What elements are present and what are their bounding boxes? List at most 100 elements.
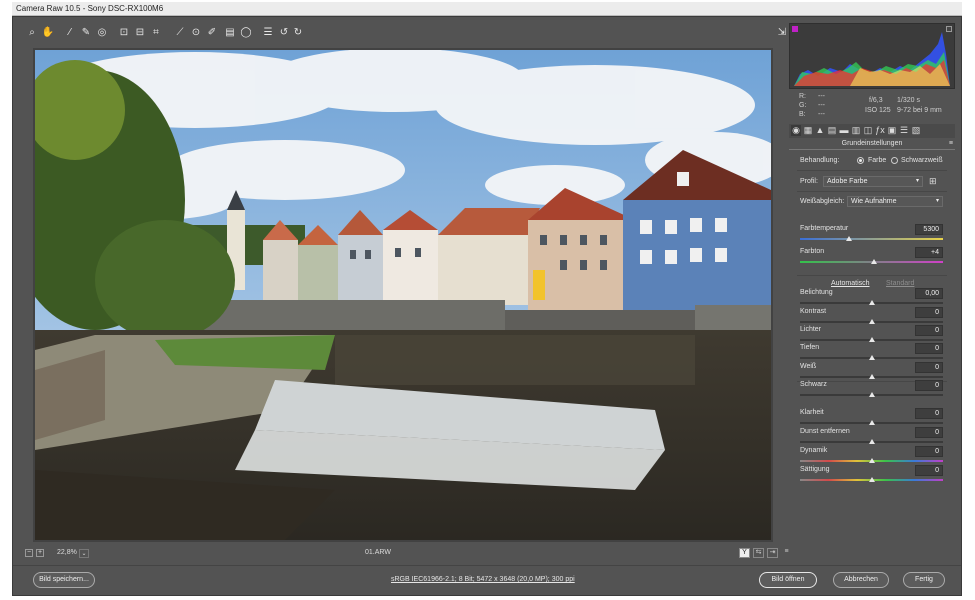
slider-value-field[interactable]: 0,00 bbox=[915, 288, 943, 299]
targeted-adjustment-tool-icon[interactable]: ◎ bbox=[95, 26, 109, 40]
profile-select[interactable]: Adobe Farbe ▾ bbox=[823, 176, 923, 187]
hsl-icon[interactable]: ▤ bbox=[827, 125, 837, 136]
photo-preview[interactable] bbox=[35, 50, 771, 540]
image-preview-frame bbox=[33, 48, 773, 542]
adjustment-brush-tool-icon[interactable]: ✐ bbox=[205, 26, 219, 40]
treatment-color-radio[interactable] bbox=[857, 157, 864, 164]
slider-track[interactable] bbox=[800, 477, 943, 482]
detail-icon[interactable]: ▲ bbox=[815, 125, 825, 136]
transform-icon[interactable]: ◫ bbox=[863, 125, 873, 136]
hand-tool-icon[interactable]: ✋ bbox=[41, 26, 55, 40]
lens-value: 9-72 bei 9 mm bbox=[897, 107, 942, 114]
slider-value-field[interactable]: 0 bbox=[915, 307, 943, 318]
slider-thumb[interactable] bbox=[868, 392, 875, 397]
white-balance-tool-icon[interactable]: ⁄ bbox=[63, 26, 77, 40]
auto-button[interactable]: Automatisch bbox=[831, 280, 870, 287]
slider-thumb[interactable] bbox=[845, 236, 852, 241]
rotate-cw-icon[interactable]: ↻ bbox=[291, 26, 305, 40]
tone-curve-icon[interactable]: ▦ bbox=[803, 125, 813, 136]
slider-value-field[interactable]: 5300 bbox=[915, 224, 943, 235]
slider-thumb[interactable] bbox=[868, 300, 875, 305]
slider-thumb[interactable] bbox=[868, 420, 875, 425]
slider-value-field[interactable]: 0 bbox=[915, 325, 943, 336]
calibration-icon[interactable]: ▣ bbox=[887, 125, 897, 136]
basic-panel-icon[interactable]: ◉ bbox=[791, 125, 801, 136]
default-button[interactable]: Standard bbox=[886, 280, 914, 287]
presets-icon[interactable]: ☰ bbox=[899, 125, 909, 136]
snapshots-icon[interactable]: ▧ bbox=[911, 125, 921, 136]
slider-value-field[interactable]: 0 bbox=[915, 427, 943, 438]
slider-value-field[interactable]: 0 bbox=[915, 408, 943, 419]
slider-value-field[interactable]: 0 bbox=[915, 465, 943, 476]
open-image-button[interactable]: Bild öffnen bbox=[759, 572, 817, 588]
treatment-bw-radio[interactable] bbox=[891, 157, 898, 164]
color-sampler-tool-icon[interactable]: ✎ bbox=[79, 26, 93, 40]
slider-track[interactable] bbox=[800, 337, 943, 342]
slider-thumb[interactable] bbox=[868, 477, 875, 482]
slider-label: Farbton bbox=[800, 248, 825, 255]
slider-track[interactable] bbox=[800, 374, 943, 379]
slider-track[interactable] bbox=[800, 392, 943, 397]
zoom-dropdown[interactable]: ⌄ bbox=[79, 549, 89, 558]
treatment-color-label: Farbe bbox=[868, 157, 887, 164]
slider-track[interactable] bbox=[800, 458, 943, 463]
toolbar: ⌕ ✋ ⁄ ✎ ◎ ⊡ ⊟ ⌗ ⟋ ⊙ ✐ ▤ ◯ ☰ ↺ ↻ ⇲ bbox=[21, 25, 791, 43]
settings-panel: R: --- G: --- B: --- f/6,3 1/320 s ISO 1… bbox=[789, 23, 955, 553]
straighten-tool-icon[interactable]: ⊟ bbox=[133, 26, 147, 40]
slider-thumb[interactable] bbox=[868, 319, 875, 324]
slider-thumb[interactable] bbox=[868, 337, 875, 342]
zoom-tool-icon[interactable]: ⌕ bbox=[25, 26, 39, 40]
slider-thumb[interactable] bbox=[868, 458, 875, 463]
zoom-out-button[interactable]: − bbox=[25, 549, 33, 557]
treatment-bw-label: Schwarzweiß bbox=[901, 157, 943, 164]
g-value: --- bbox=[818, 102, 825, 109]
slider-track[interactable] bbox=[800, 300, 943, 305]
slider-track[interactable] bbox=[800, 259, 943, 264]
copy-settings-icon[interactable]: ⇥ bbox=[767, 548, 778, 558]
rotate-ccw-icon[interactable]: ↺ bbox=[277, 26, 291, 40]
presets-list-icon[interactable]: ☰ bbox=[261, 26, 275, 40]
slider-label: Sättigung bbox=[800, 466, 830, 473]
slider-thumb[interactable] bbox=[868, 374, 875, 379]
divider bbox=[797, 275, 947, 276]
slider-thumb[interactable] bbox=[871, 259, 878, 264]
graduated-filter-tool-icon[interactable]: ▤ bbox=[223, 26, 237, 40]
swap-before-after-icon[interactable]: ⇆ bbox=[753, 548, 764, 558]
radial-filter-tool-icon[interactable]: ◯ bbox=[239, 26, 253, 40]
done-button[interactable]: Fertig bbox=[903, 572, 945, 588]
fullscreen-icon[interactable]: ⇲ bbox=[775, 26, 789, 40]
effects-icon[interactable]: ƒx bbox=[875, 125, 885, 136]
chevron-down-icon: ▾ bbox=[915, 178, 919, 184]
slider-value-field[interactable]: 0 bbox=[915, 446, 943, 457]
profile-value: Adobe Farbe bbox=[827, 178, 868, 185]
slider-track[interactable] bbox=[800, 355, 943, 360]
white-balance-select[interactable]: Wie Aufnahme ▾ bbox=[847, 196, 943, 207]
split-toning-icon[interactable]: ▬ bbox=[839, 125, 849, 136]
slider-value-field[interactable]: 0 bbox=[915, 380, 943, 391]
slider-track[interactable] bbox=[800, 236, 943, 241]
workflow-options-link[interactable]: sRGB IEC61966-2.1; 8 Bit; 5472 x 3648 (2… bbox=[391, 576, 575, 583]
transform-tool-icon[interactable]: ⌗ bbox=[149, 26, 163, 40]
zoom-in-button[interactable]: + bbox=[36, 549, 44, 557]
histogram-graph bbox=[794, 32, 950, 86]
shutter-value: 1/320 s bbox=[897, 97, 920, 104]
profile-browser-icon[interactable]: ⊞ bbox=[929, 176, 937, 187]
slider-value-field[interactable]: 0 bbox=[915, 362, 943, 373]
slider-track[interactable] bbox=[800, 319, 943, 324]
slider-thumb[interactable] bbox=[868, 355, 875, 360]
save-image-button[interactable]: Bild speichern... bbox=[33, 572, 95, 588]
before-after-y-icon[interactable]: Y bbox=[739, 548, 750, 558]
slider-thumb[interactable] bbox=[868, 439, 875, 444]
slider-label: Lichter bbox=[800, 326, 822, 333]
cancel-button[interactable]: Abbrechen bbox=[833, 572, 889, 588]
panel-menu-icon[interactable]: ≡ bbox=[949, 140, 953, 147]
crop-tool-icon[interactable]: ⊡ bbox=[117, 26, 131, 40]
slider-value-field[interactable]: +4 bbox=[915, 247, 943, 258]
slider-value-field[interactable]: 0 bbox=[915, 343, 943, 354]
g-label: G: bbox=[799, 102, 807, 109]
slider-track[interactable] bbox=[800, 420, 943, 425]
red-eye-tool-icon[interactable]: ⊙ bbox=[189, 26, 203, 40]
slider-track[interactable] bbox=[800, 439, 943, 444]
spot-removal-tool-icon[interactable]: ⟋ bbox=[173, 26, 187, 40]
lens-corrections-icon[interactable]: ▥ bbox=[851, 125, 861, 136]
